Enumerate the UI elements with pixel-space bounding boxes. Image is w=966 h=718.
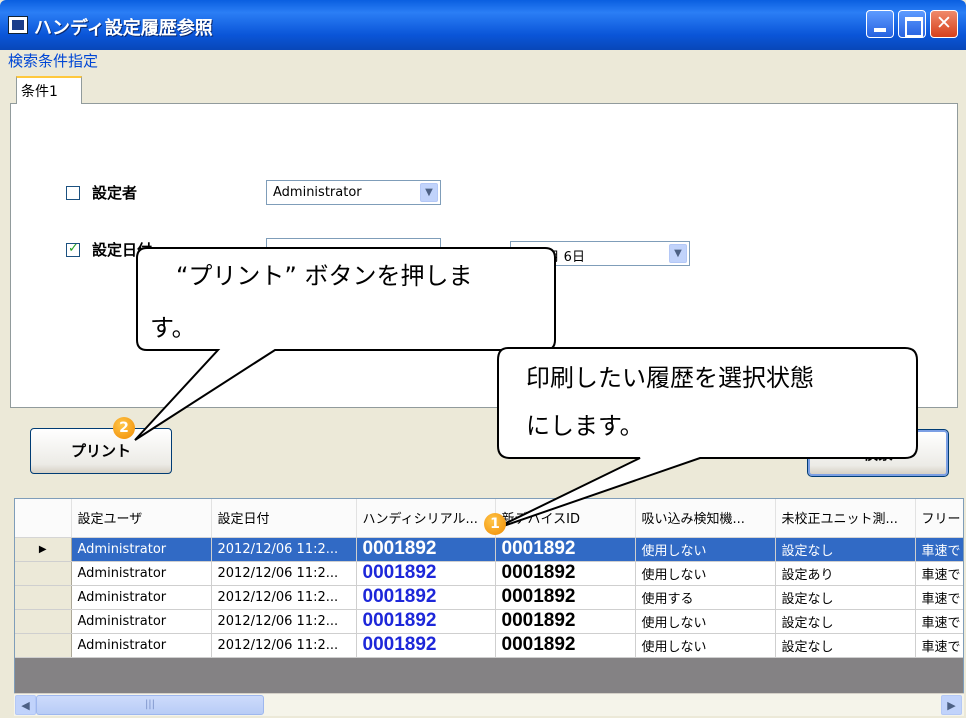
column-header[interactable]: 吸い込み検知機... [635, 499, 776, 538]
table-cell[interactable]: 0001892 [356, 537, 496, 562]
table-cell[interactable]: 車速で [915, 537, 963, 562]
table-cell[interactable]: 0001892 [495, 609, 636, 634]
table-cell[interactable]: 0001892 [495, 585, 636, 610]
print-callout-line2: す。 [150, 314, 196, 342]
table-cell[interactable]: 使用しない [635, 609, 776, 634]
minimize-button[interactable] [866, 10, 894, 38]
table-cell[interactable]: 0001892 [356, 609, 496, 634]
column-header[interactable]: 新デバイスID [495, 499, 636, 538]
scroll-right-icon[interactable]: ▶ [941, 695, 962, 715]
app-icon [8, 16, 28, 34]
table-cell[interactable]: 0001892 [356, 633, 496, 658]
table-cell[interactable]: Administrator [71, 585, 212, 610]
row-header-corner [15, 499, 72, 538]
table-cell[interactable]: 2012/12/06 11:2... [211, 537, 357, 562]
step-marker-1: 1 [484, 513, 506, 535]
column-header[interactable]: ハンディシリアル... [356, 499, 496, 538]
step-marker-2: 2 [113, 417, 135, 439]
table-row[interactable]: Administrator 2012/12/06 11:2... 0001892… [15, 585, 963, 610]
table-cell[interactable]: 0001892 [356, 585, 496, 610]
table-cell[interactable]: 車速で [915, 561, 963, 586]
table-cell[interactable]: Administrator [71, 609, 212, 634]
date-to-combo[interactable]: 年12月 6日 ▼ [510, 241, 690, 266]
column-header[interactable]: 未校正ユニット測... [775, 499, 916, 538]
table-cell[interactable]: 0001892 [495, 561, 636, 586]
table-row[interactable]: Administrator 2012/12/06 11:2... 0001892… [15, 609, 963, 634]
table-row[interactable]: Administrator 2012/12/06 11:2... 0001892… [15, 561, 963, 586]
row-header[interactable] [15, 609, 72, 634]
table-cell[interactable]: 設定あり [775, 561, 916, 586]
maximize-button[interactable] [898, 10, 926, 38]
table-cell[interactable]: 0001892 [356, 561, 496, 586]
row-header[interactable] [15, 561, 72, 586]
table-cell[interactable]: 2012/12/06 11:2... [211, 609, 357, 634]
table-cell[interactable]: 使用する [635, 585, 776, 610]
scroll-left-icon[interactable]: ◀ [15, 695, 36, 715]
table-cell[interactable]: 2012/12/06 11:2... [211, 585, 357, 610]
table-row[interactable]: Administrator 2012/12/06 11:2... 0001892… [15, 633, 963, 658]
table-cell[interactable]: Administrator [71, 561, 212, 586]
setter-checkbox[interactable] [66, 186, 80, 200]
chevron-down-icon[interactable]: ▼ [420, 183, 438, 202]
tab-condition1[interactable]: 条件1 [16, 76, 82, 104]
table-cell[interactable]: 設定なし [775, 585, 916, 610]
table-cell[interactable]: 車速で [915, 609, 963, 634]
table-cell[interactable]: 設定なし [775, 609, 916, 634]
search-button[interactable]: 検索 [807, 429, 949, 477]
table-cell[interactable]: 使用しない [635, 633, 776, 658]
horizontal-scrollbar[interactable]: ◀ ||| ▶ [14, 693, 964, 716]
setter-label: 設定者 [92, 184, 138, 202]
date-checkbox[interactable] [66, 241, 80, 257]
row-header[interactable] [15, 633, 72, 658]
table-cell[interactable]: Administrator [71, 633, 212, 658]
table-cell[interactable]: 設定なし [775, 633, 916, 658]
date-to-value: 年12月 6日 [517, 250, 585, 265]
window-title: ハンディ設定履歴参照 [34, 18, 213, 39]
table-cell[interactable]: 0001892 [495, 633, 636, 658]
select-callout-line2: にします。 [526, 412, 644, 440]
table-cell[interactable]: Administrator [71, 537, 212, 562]
select-callout-line1: 印刷したい履歴を選択状態 [526, 364, 814, 392]
title-bar: ハンディ設定履歴参照 [0, 0, 966, 50]
table-cell[interactable]: 設定なし [775, 537, 916, 562]
close-button[interactable] [930, 10, 958, 38]
setter-combo[interactable]: Administrator ▼ [266, 180, 441, 205]
setter-combo-value: Administrator [273, 185, 362, 200]
condition-tab-panel [10, 103, 958, 408]
table-cell[interactable]: 車速で [915, 633, 963, 658]
print-callout-line1: “プリント” ボタンを押しま [176, 262, 473, 290]
search-group-label: 検索条件指定 [6, 50, 103, 71]
table-row[interactable]: ▶ Administrator 2012/12/06 11:2... 00018… [15, 537, 963, 562]
table-cell[interactable]: 車速で [915, 585, 963, 610]
table-cell[interactable]: 2012/12/06 11:2... [211, 561, 357, 586]
date-label: 設定日付 [92, 241, 153, 259]
row-header[interactable] [15, 585, 72, 610]
table-cell[interactable]: 2012/12/06 11:2... [211, 633, 357, 658]
column-header[interactable]: 設定日付 [211, 499, 357, 538]
table-cell[interactable]: 使用しない [635, 561, 776, 586]
table-cell[interactable]: 0001892 [495, 537, 636, 562]
column-header[interactable]: フリー [915, 499, 963, 538]
history-window: ハンディ設定履歴参照 検索条件指定 条件1 設定者 Administrator … [0, 0, 966, 718]
column-header[interactable]: 設定ユーザ [71, 499, 212, 538]
print-button[interactable]: プリント [30, 428, 172, 474]
chevron-down-icon[interactable]: ▼ [669, 244, 687, 263]
scroll-thumb[interactable]: ||| [36, 695, 264, 715]
row-selector-icon[interactable]: ▶ [15, 537, 72, 562]
table-cell[interactable]: 使用しない [635, 537, 776, 562]
